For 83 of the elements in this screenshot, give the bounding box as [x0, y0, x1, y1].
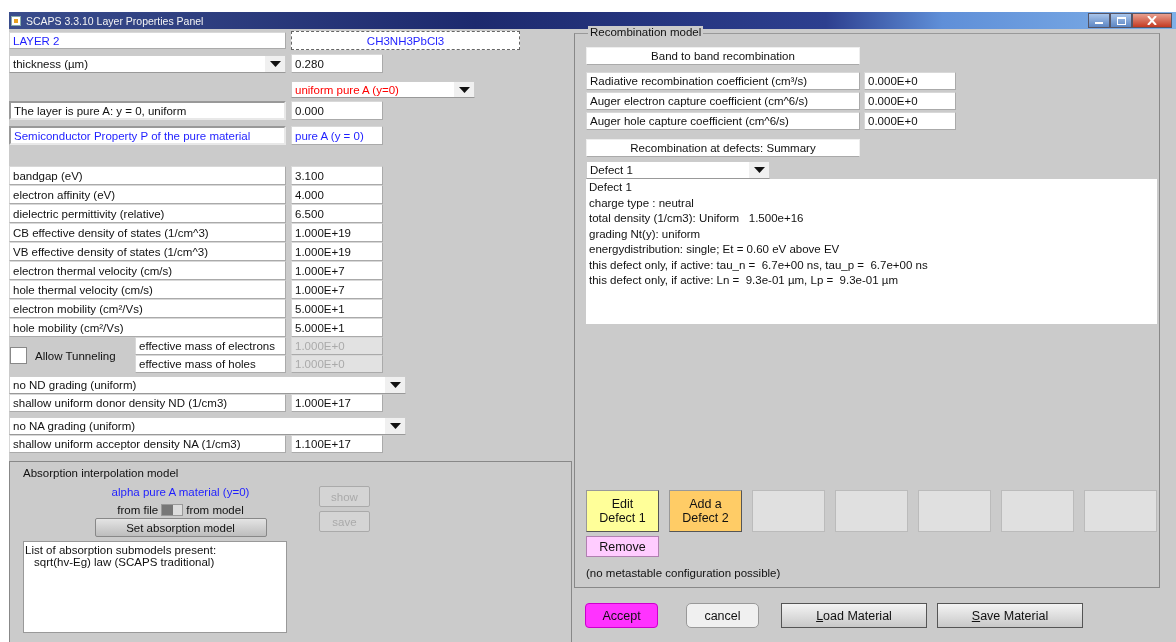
property-label: bandgap (eV) [9, 166, 286, 185]
property-label: dielectric permittivity (relative) [9, 204, 286, 223]
coefficient-field[interactable]: 0.000E+0 [864, 72, 956, 90]
property-label: electron affinity (eV) [9, 185, 286, 204]
property-label: hole thermal velocity (cm/s) [9, 280, 286, 299]
source-toggle[interactable] [161, 504, 184, 516]
coefficient-label: Radiative recombination coefficient (cm³/s) [586, 72, 860, 90]
close-icon [1147, 16, 1157, 25]
grading-dropdown[interactable]: uniform pure A (y=0) [291, 81, 475, 98]
property-field[interactable]: 1.000E+19 [291, 242, 383, 261]
note-text: (no metastable configuration possible) [586, 567, 782, 579]
density-field[interactable]: 1.000E+17 [291, 394, 383, 412]
property-label: electron thermal velocity (cm/s) [9, 261, 286, 280]
app-icon [11, 15, 21, 26]
summary-line: this defect only, if active: tau_n = 6.7e+00 ns, tau_p = 6.7e+00 ns [589, 258, 929, 273]
density-field[interactable]: 1.100E+17 [291, 435, 383, 453]
caret-icon [269, 60, 281, 67]
thickness-field[interactable]: 0.280 [291, 54, 383, 73]
material-button[interactable]: Save Material [937, 603, 1083, 628]
summary-line: charge type : neutral [589, 196, 695, 211]
material-name-field[interactable]: CH3NH3PbCl3 [291, 31, 520, 50]
property-field[interactable]: 3.100 [291, 166, 383, 185]
remove-button[interactable]: Remove [586, 536, 659, 557]
list-heading: List of absorption submodels present: [25, 544, 218, 556]
density-label: shallow uniform donor density ND (1/cm3) [9, 394, 286, 412]
mass-label: effective mass of holes [135, 355, 286, 373]
summary-line: total density (1/cm3): Uniform 1.500e+16 [589, 212, 805, 226]
property-field[interactable]: 4.000 [291, 185, 383, 204]
mass-field: 1.000E+0 [291, 355, 383, 373]
switch-label: from file [117, 504, 159, 516]
property-field[interactable]: 6.500 [291, 204, 383, 223]
section-header: Recombination at defects: Summary [586, 139, 860, 157]
composition-label: The layer is pure A: y = 0, uniform [9, 101, 286, 120]
cancel-button[interactable]: cancel [686, 603, 759, 628]
summary-line: this defect only, if active: Ln = 9.3e-01 µm, Lp = 9.3e-01 µm [589, 274, 899, 288]
property-label: CB effective density of states (1/cm^3) [9, 223, 286, 242]
accept-button[interactable]: Accept [585, 603, 658, 628]
caret-icon [753, 167, 765, 173]
material-button[interactable]: Load Material [781, 603, 927, 628]
section-header: Band to band recombination [586, 47, 860, 65]
close-button[interactable] [1132, 13, 1172, 28]
coefficient-field[interactable]: 0.000E+0 [864, 112, 956, 130]
coefficient-label: Auger electron capture coefficient (cm^6/s) [586, 92, 860, 110]
minimize-button[interactable] [1088, 13, 1110, 28]
summary-line: Defect 1 [589, 181, 633, 195]
defect-dropdown[interactable]: Defect 1 [586, 161, 770, 179]
summary-line: energydistribution: single; Et = 0.60 eV above EV [589, 243, 841, 257]
thickness-dropdown[interactable]: thickness (µm) [9, 54, 286, 73]
property-label: hole mobility (cm²/Vs) [9, 318, 286, 337]
tunneling-checkbox[interactable] [10, 347, 27, 364]
coefficient-label: Auger hole capture coefficient (cm^6/s) [586, 112, 860, 130]
property-field[interactable]: 5.000E+1 [291, 299, 383, 318]
property-field[interactable]: 5.000E+1 [291, 318, 383, 337]
window-title: SCAPS 3.3.10 Layer Properties Panel [26, 14, 204, 27]
coefficient-field[interactable]: 0.000E+0 [864, 92, 956, 110]
caret-icon [389, 382, 401, 388]
maximize-button[interactable] [1110, 13, 1132, 28]
property-field[interactable]: 1.000E+7 [291, 261, 383, 280]
property-field[interactable]: 1.000E+19 [291, 223, 383, 242]
property-label: Semiconductor Property P of the pure material [9, 126, 286, 145]
mass-label: effective mass of electrons [135, 337, 286, 355]
absorption-subtitle: alpha pure A material (y=0) [111, 486, 250, 500]
panel-title: Absorption interpolation model [23, 467, 180, 481]
defect-button[interactable]: Edit Defect 1 [586, 490, 659, 532]
property-field[interactable]: 1.000E+7 [291, 280, 383, 299]
summary-line: grading Nt(y): uniform [589, 227, 702, 242]
switch-label: from model [186, 504, 244, 516]
property-label: electron mobility (cm²/Vs) [9, 299, 286, 318]
grading-dropdown[interactable]: no ND grading (uniform) [9, 376, 406, 394]
property-field: pure A (y = 0) [291, 126, 383, 145]
density-label: shallow uniform acceptor density NA (1/cm3) [9, 435, 286, 453]
property-label: VB effective density of states (1/cm^3) [9, 242, 286, 261]
composition-field[interactable]: 0.000 [291, 101, 383, 120]
layer-name-field[interactable]: LAYER 2 [9, 32, 286, 49]
tunneling-label: Allow Tunneling [35, 349, 116, 362]
caret-icon [389, 423, 401, 429]
set-model-button[interactable]: Set absorption model [94, 518, 267, 537]
caret-icon [458, 86, 470, 93]
list-item: sqrt(hv-Eg) law (SCAPS traditional) [33, 556, 216, 568]
panel-title: Recombination model [588, 26, 704, 38]
mass-field: 1.000E+0 [291, 337, 383, 355]
defect-button[interactable]: Add a Defect 2 [669, 490, 742, 532]
grading-dropdown[interactable]: no NA grading (uniform) [9, 417, 406, 435]
